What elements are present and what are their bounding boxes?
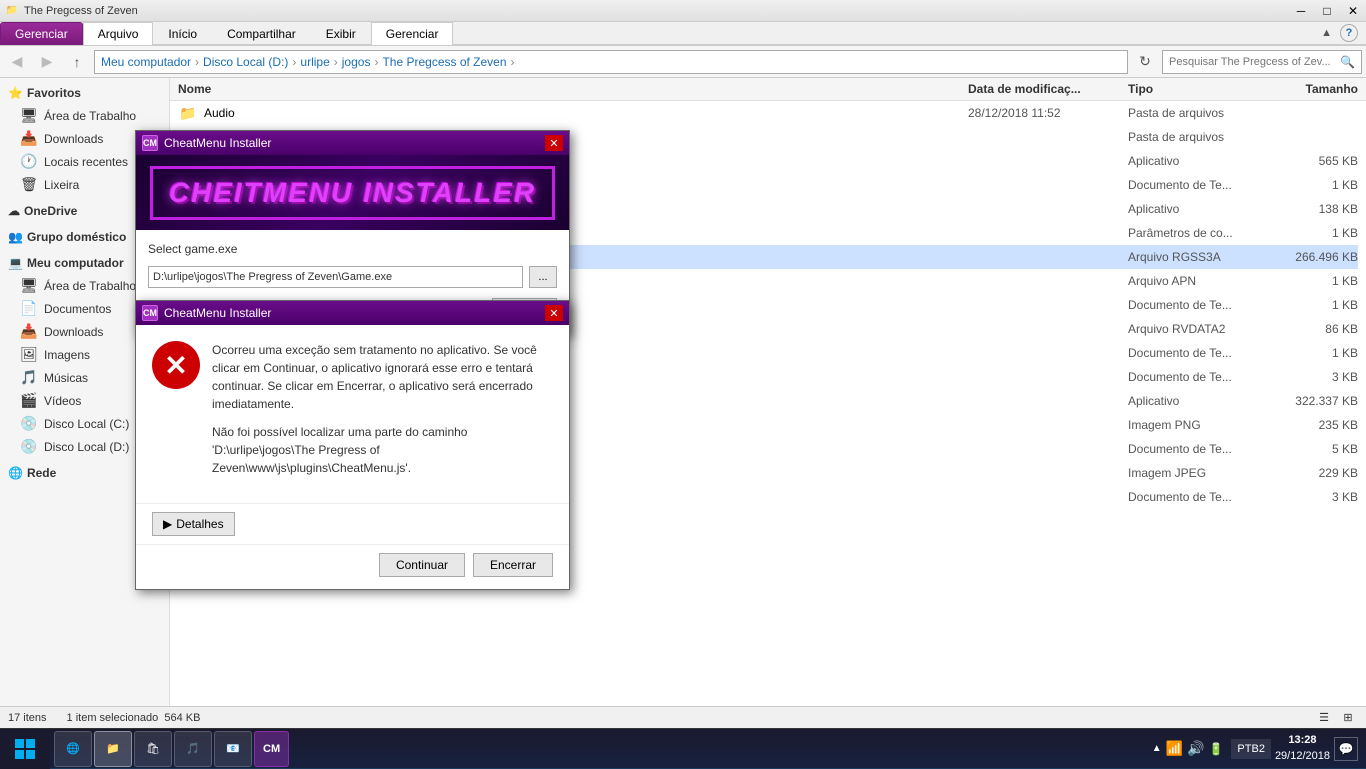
taskbar-item-store[interactable]: 🛍 [134, 731, 172, 767]
details-chevron-icon: ▶ [163, 517, 172, 531]
browse-button[interactable]: ... [529, 266, 557, 288]
battery-icon: 🔋 [1208, 742, 1223, 756]
taskbar-ie-icon: 🌐 [63, 739, 83, 759]
cheatmenu-title-bar: CM CheatMenu Installer ✕ [136, 131, 569, 155]
error-text: Ocorreu uma exceção sem tratamento no ap… [212, 341, 553, 487]
cheatmenu-title-icon: CM [142, 135, 158, 151]
taskbar-clock[interactable]: 13:28 29/12/2018 [1275, 733, 1330, 764]
start-button[interactable] [0, 729, 50, 769]
dialog-overlay: CM CheatMenu Installer ✕ CHEITMENU INSTA… [0, 0, 1366, 728]
taskbar-item-cm[interactable]: CM [254, 731, 289, 767]
error-details-row: ▶ Detalhes [136, 503, 569, 544]
error-icon: ✕ [152, 341, 200, 389]
game-select-field: Select game.exe [148, 242, 557, 256]
error-buttons: Continuar Encerrar [136, 544, 569, 589]
error-message2: Não foi possível localizar uma parte do … [212, 423, 553, 477]
taskbar-item-explorer2[interactable]: 📁 [94, 731, 132, 767]
details-button[interactable]: ▶ Detalhes [152, 512, 235, 536]
continue-button[interactable]: Continuar [379, 553, 465, 577]
error-dialog: CM CheatMenu Installer ✕ ✕ Ocorreu uma e… [135, 300, 570, 590]
clock-date: 29/12/2018 [1275, 749, 1330, 764]
cheatmenu-logo: CHEITMENU INSTALLER [150, 166, 555, 220]
error-title-label: CheatMenu Installer [164, 306, 271, 320]
taskbar-notifications: ▲ 📶 🔊 🔋 [1148, 740, 1228, 757]
taskbar-app1-icon: 📧 [223, 739, 243, 759]
taskbar: 🌐 📁 🛍 🎵 📧 CM ▲ 📶 🔊 🔋 PTB2 13:28 29 [0, 728, 1366, 768]
taskbar-language[interactable]: PTB2 [1231, 739, 1271, 759]
taskbar-items: 🌐 📁 🛍 🎵 📧 CM [50, 729, 1140, 769]
action-center-icon[interactable]: 💬 [1334, 737, 1358, 761]
error-title-icon: CM [142, 305, 158, 321]
error-close-button[interactable]: ✕ [545, 305, 563, 321]
taskbar-explorer-icon: 📁 [103, 739, 123, 759]
cheatmenu-title-label: CheatMenu Installer [164, 136, 271, 150]
taskbar-store-icon: 🛍 [143, 739, 163, 759]
clock-time: 13:28 [1275, 733, 1330, 748]
chevron-up-icon[interactable]: ▲ [1152, 743, 1162, 754]
error-body: ✕ Ocorreu uma exceção sem tratamento no … [136, 325, 569, 503]
taskbar-item-explorer[interactable]: 🌐 [54, 731, 92, 767]
error-title-bar: CM CheatMenu Installer ✕ [136, 301, 569, 325]
game-path-field: ... [148, 266, 557, 288]
terminate-button[interactable]: Encerrar [473, 553, 553, 577]
error-message1: Ocorreu uma exceção sem tratamento no ap… [212, 341, 553, 413]
taskbar-item-app1[interactable]: 📧 [214, 731, 252, 767]
taskbar-item-media[interactable]: 🎵 [174, 731, 212, 767]
taskbar-cm-label: CM [263, 743, 280, 755]
taskbar-right: ▲ 📶 🔊 🔋 PTB2 13:28 29/12/2018 💬 [1140, 733, 1366, 764]
cheatmenu-header-image: CHEITMENU INSTALLER [136, 155, 569, 230]
network-status-icon: 📶 [1166, 740, 1183, 757]
cheatmenu-close-button[interactable]: ✕ [545, 135, 563, 151]
select-label: Select game.exe [148, 242, 237, 256]
game-path-input[interactable] [148, 266, 523, 288]
taskbar-media-icon: 🎵 [183, 739, 203, 759]
volume-icon[interactable]: 🔊 [1187, 740, 1204, 757]
